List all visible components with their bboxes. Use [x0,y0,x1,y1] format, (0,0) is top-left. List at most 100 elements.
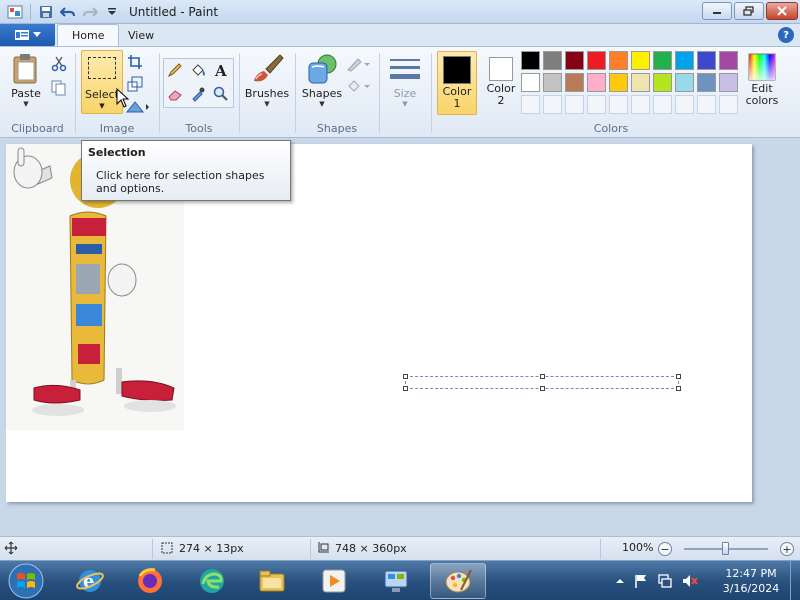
color-2-button[interactable]: Color 2 [481,51,521,115]
palette-swatch-r2-c8[interactable] [675,73,694,92]
cut-button[interactable] [48,53,70,75]
resize-handle-bottom-right[interactable] [676,386,681,391]
resize-handle-bottom-left[interactable] [403,386,408,391]
taskbar-file-explorer[interactable] [244,563,300,599]
taskbar-edge[interactable] [184,563,240,599]
customize-qat-chevron-down-icon[interactable] [103,3,121,21]
custom-color-slot-1[interactable] [521,95,540,114]
shape-outline-button[interactable] [345,53,371,75]
palette-swatch-r1-c8[interactable] [675,51,694,70]
show-desktop-button[interactable] [790,561,800,600]
show-hidden-icons-chevron-up-icon[interactable] [615,576,625,586]
undo-icon[interactable] [59,3,77,21]
palette-swatch-r1-c3[interactable] [565,51,584,70]
clipboard-group: Paste ▼ Clipboard [0,49,75,137]
text-button[interactable]: A [210,59,232,81]
custom-color-slot-2[interactable] [543,95,562,114]
resize-handle-top[interactable] [540,374,545,379]
custom-color-slot-7[interactable] [653,95,672,114]
custom-color-slot-3[interactable] [565,95,584,114]
group-divider [239,53,240,133]
custom-color-slot-6[interactable] [631,95,650,114]
clock-date: 3/16/2024 [722,582,780,595]
plus-icon: + [782,542,792,556]
help-icon[interactable]: ? [778,27,794,43]
zoom-out-button[interactable]: − [658,542,672,556]
network-icon[interactable] [657,573,673,589]
copy-button[interactable] [48,77,70,99]
edit-colors-button[interactable]: Edit colors [742,53,782,107]
volume-muted-icon[interactable] [681,573,699,589]
palette-swatch-r2-c5[interactable] [609,73,628,92]
restore-button[interactable] [734,2,764,20]
close-icon [777,6,787,16]
shapes-button[interactable]: Shapes ▼ [300,53,344,108]
custom-color-slot-8[interactable] [675,95,694,114]
tab-home[interactable]: Home [57,24,120,46]
paste-button[interactable]: Paste ▼ [6,53,46,108]
fill-button[interactable] [187,59,209,81]
brushes-button[interactable]: Brushes ▼ [244,53,290,108]
resize-handle-top-right[interactable] [676,374,681,379]
palette-swatch-r1-c2[interactable] [543,51,562,70]
zoom-in-button[interactable]: + [780,542,794,556]
palette-swatch-r2-c10[interactable] [719,73,738,92]
palette-swatch-r2-c6[interactable] [631,73,650,92]
color-spectrum-icon [748,53,776,81]
zoom-slider-thumb[interactable] [722,542,729,555]
palette-swatch-r1-c4[interactable] [587,51,606,70]
custom-color-slot-10[interactable] [719,95,738,114]
chevron-down-icon: ▼ [319,100,325,108]
eraser-button[interactable] [164,83,186,105]
palette-swatch-r2-c2[interactable] [543,73,562,92]
paint-menu-button[interactable] [0,24,55,46]
taskbar-paint[interactable] [430,563,486,599]
save-icon[interactable] [37,3,55,21]
close-button[interactable] [766,2,798,20]
resize-handle-top-left[interactable] [403,374,408,379]
pencil-button[interactable] [164,59,186,81]
chevron-down-icon: ▼ [264,100,270,108]
magnifier-button[interactable] [210,83,232,105]
colors-group-label: Colors [593,122,629,135]
custom-color-slot-9[interactable] [697,95,716,114]
shape-fill-button[interactable] [345,75,371,97]
palette-swatch-r1-c6[interactable] [631,51,650,70]
taskbar-clock[interactable]: 12:47 PM 3/16/2024 [716,566,786,596]
pencil-icon [167,63,182,78]
palette-swatch-r1-c9[interactable] [697,51,716,70]
taskbar-firefox[interactable] [122,563,178,599]
palette-swatch-r1-c7[interactable] [653,51,672,70]
tooltip-title: Selection [88,146,146,159]
palette-swatch-r1-c1[interactable] [521,51,540,70]
palette-swatch-r2-c4[interactable] [587,73,606,92]
custom-color-slot-5[interactable] [609,95,628,114]
redo-icon[interactable] [81,3,99,21]
palette-swatch-r1-c10[interactable] [719,51,738,70]
selection-box[interactable] [403,374,681,391]
palette-swatch-r2-c7[interactable] [653,73,672,92]
edit-colors-label: Edit colors [746,83,779,107]
custom-color-slot-4[interactable] [587,95,606,114]
crop-button[interactable] [124,51,146,73]
resize-handle-bottom[interactable] [540,386,545,391]
window-title: Untitled - Paint [129,4,219,19]
tab-view[interactable]: View [114,24,168,46]
color-1-button[interactable]: Color 1 [437,51,477,115]
palette-swatch-r2-c9[interactable] [697,73,716,92]
color-picker-button[interactable] [187,83,209,105]
taskbar-media-player[interactable] [306,563,362,599]
image-size-icon [318,542,329,553]
paint-app-icon[interactable] [6,3,24,21]
palette-swatch-r2-c3[interactable] [565,73,584,92]
minimize-button[interactable] [702,2,732,20]
palette-swatch-r2-c1[interactable] [521,73,540,92]
taskbar: e 12:47 PM 3/16/2024 [0,560,800,600]
taskbar-internet-explorer[interactable]: e [62,563,118,599]
size-button[interactable]: Size ▼ [384,53,426,108]
selection-size-icon [161,542,173,554]
start-button[interactable] [4,562,48,600]
palette-swatch-r1-c5[interactable] [609,51,628,70]
taskbar-control-panel[interactable] [368,563,424,599]
action-center-flag-icon[interactable] [633,573,649,589]
